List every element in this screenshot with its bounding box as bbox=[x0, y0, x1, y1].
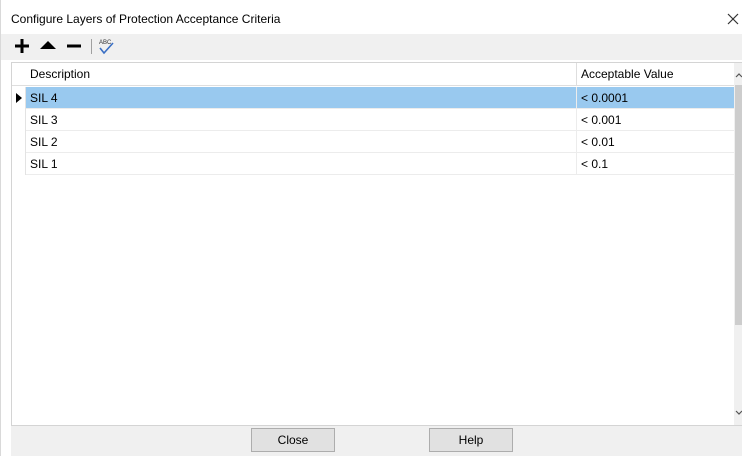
column-header-description[interactable]: Description bbox=[26, 63, 586, 86]
scroll-down-icon[interactable] bbox=[734, 407, 742, 417]
table-row[interactable]: SIL 4 < 0.0001 bbox=[12, 87, 734, 109]
row-indicator bbox=[12, 153, 26, 175]
cell-description[interactable]: SIL 1 bbox=[26, 153, 576, 175]
minus-icon[interactable] bbox=[65, 37, 83, 55]
table-row[interactable]: SIL 1 < 0.1 bbox=[12, 153, 734, 175]
row-indicator bbox=[12, 87, 26, 109]
dialog-title: Configure Layers of Protection Acceptanc… bbox=[11, 12, 281, 26]
scrollbar-thumb[interactable] bbox=[735, 85, 742, 325]
cell-description[interactable]: SIL 4 bbox=[26, 87, 576, 109]
vertical-scrollbar[interactable] bbox=[734, 63, 742, 425]
cell-description[interactable]: SIL 3 bbox=[26, 109, 576, 131]
button-bar: Close Help bbox=[11, 426, 742, 456]
help-button[interactable]: Help bbox=[429, 428, 513, 452]
title-bar: Configure Layers of Protection Acceptanc… bbox=[1, 0, 742, 34]
cell-acceptable-value[interactable]: < 0.001 bbox=[576, 109, 734, 131]
row-indicator bbox=[12, 109, 26, 131]
criteria-grid: Description Acceptable Value SIL 4 < 0.0… bbox=[11, 62, 742, 426]
cell-acceptable-value[interactable]: < 0.1 bbox=[576, 153, 734, 175]
triangle-up-icon[interactable] bbox=[39, 37, 57, 55]
table-row[interactable]: SIL 3 < 0.001 bbox=[12, 109, 734, 131]
scroll-up-icon[interactable] bbox=[734, 69, 742, 79]
close-window-icon[interactable] bbox=[723, 9, 742, 29]
cell-acceptable-value[interactable]: < 0.01 bbox=[576, 131, 734, 153]
toolbar: ABC bbox=[1, 34, 742, 60]
grid-header: Description Acceptable Value bbox=[12, 63, 734, 86]
row-indicator bbox=[12, 131, 26, 153]
dialog-window: Configure Layers of Protection Acceptanc… bbox=[0, 0, 742, 456]
close-button[interactable]: Close bbox=[251, 428, 335, 452]
column-header-acceptable-value[interactable]: Acceptable Value bbox=[576, 63, 734, 86]
cell-description[interactable]: SIL 2 bbox=[26, 131, 576, 153]
current-row-arrow-icon bbox=[16, 93, 22, 103]
toolbar-separator bbox=[91, 39, 92, 54]
abc-check-icon[interactable]: ABC bbox=[97, 37, 115, 55]
table-row[interactable]: SIL 2 < 0.01 bbox=[12, 131, 734, 153]
cell-acceptable-value[interactable]: < 0.0001 bbox=[576, 87, 734, 109]
plus-icon[interactable] bbox=[13, 37, 31, 55]
